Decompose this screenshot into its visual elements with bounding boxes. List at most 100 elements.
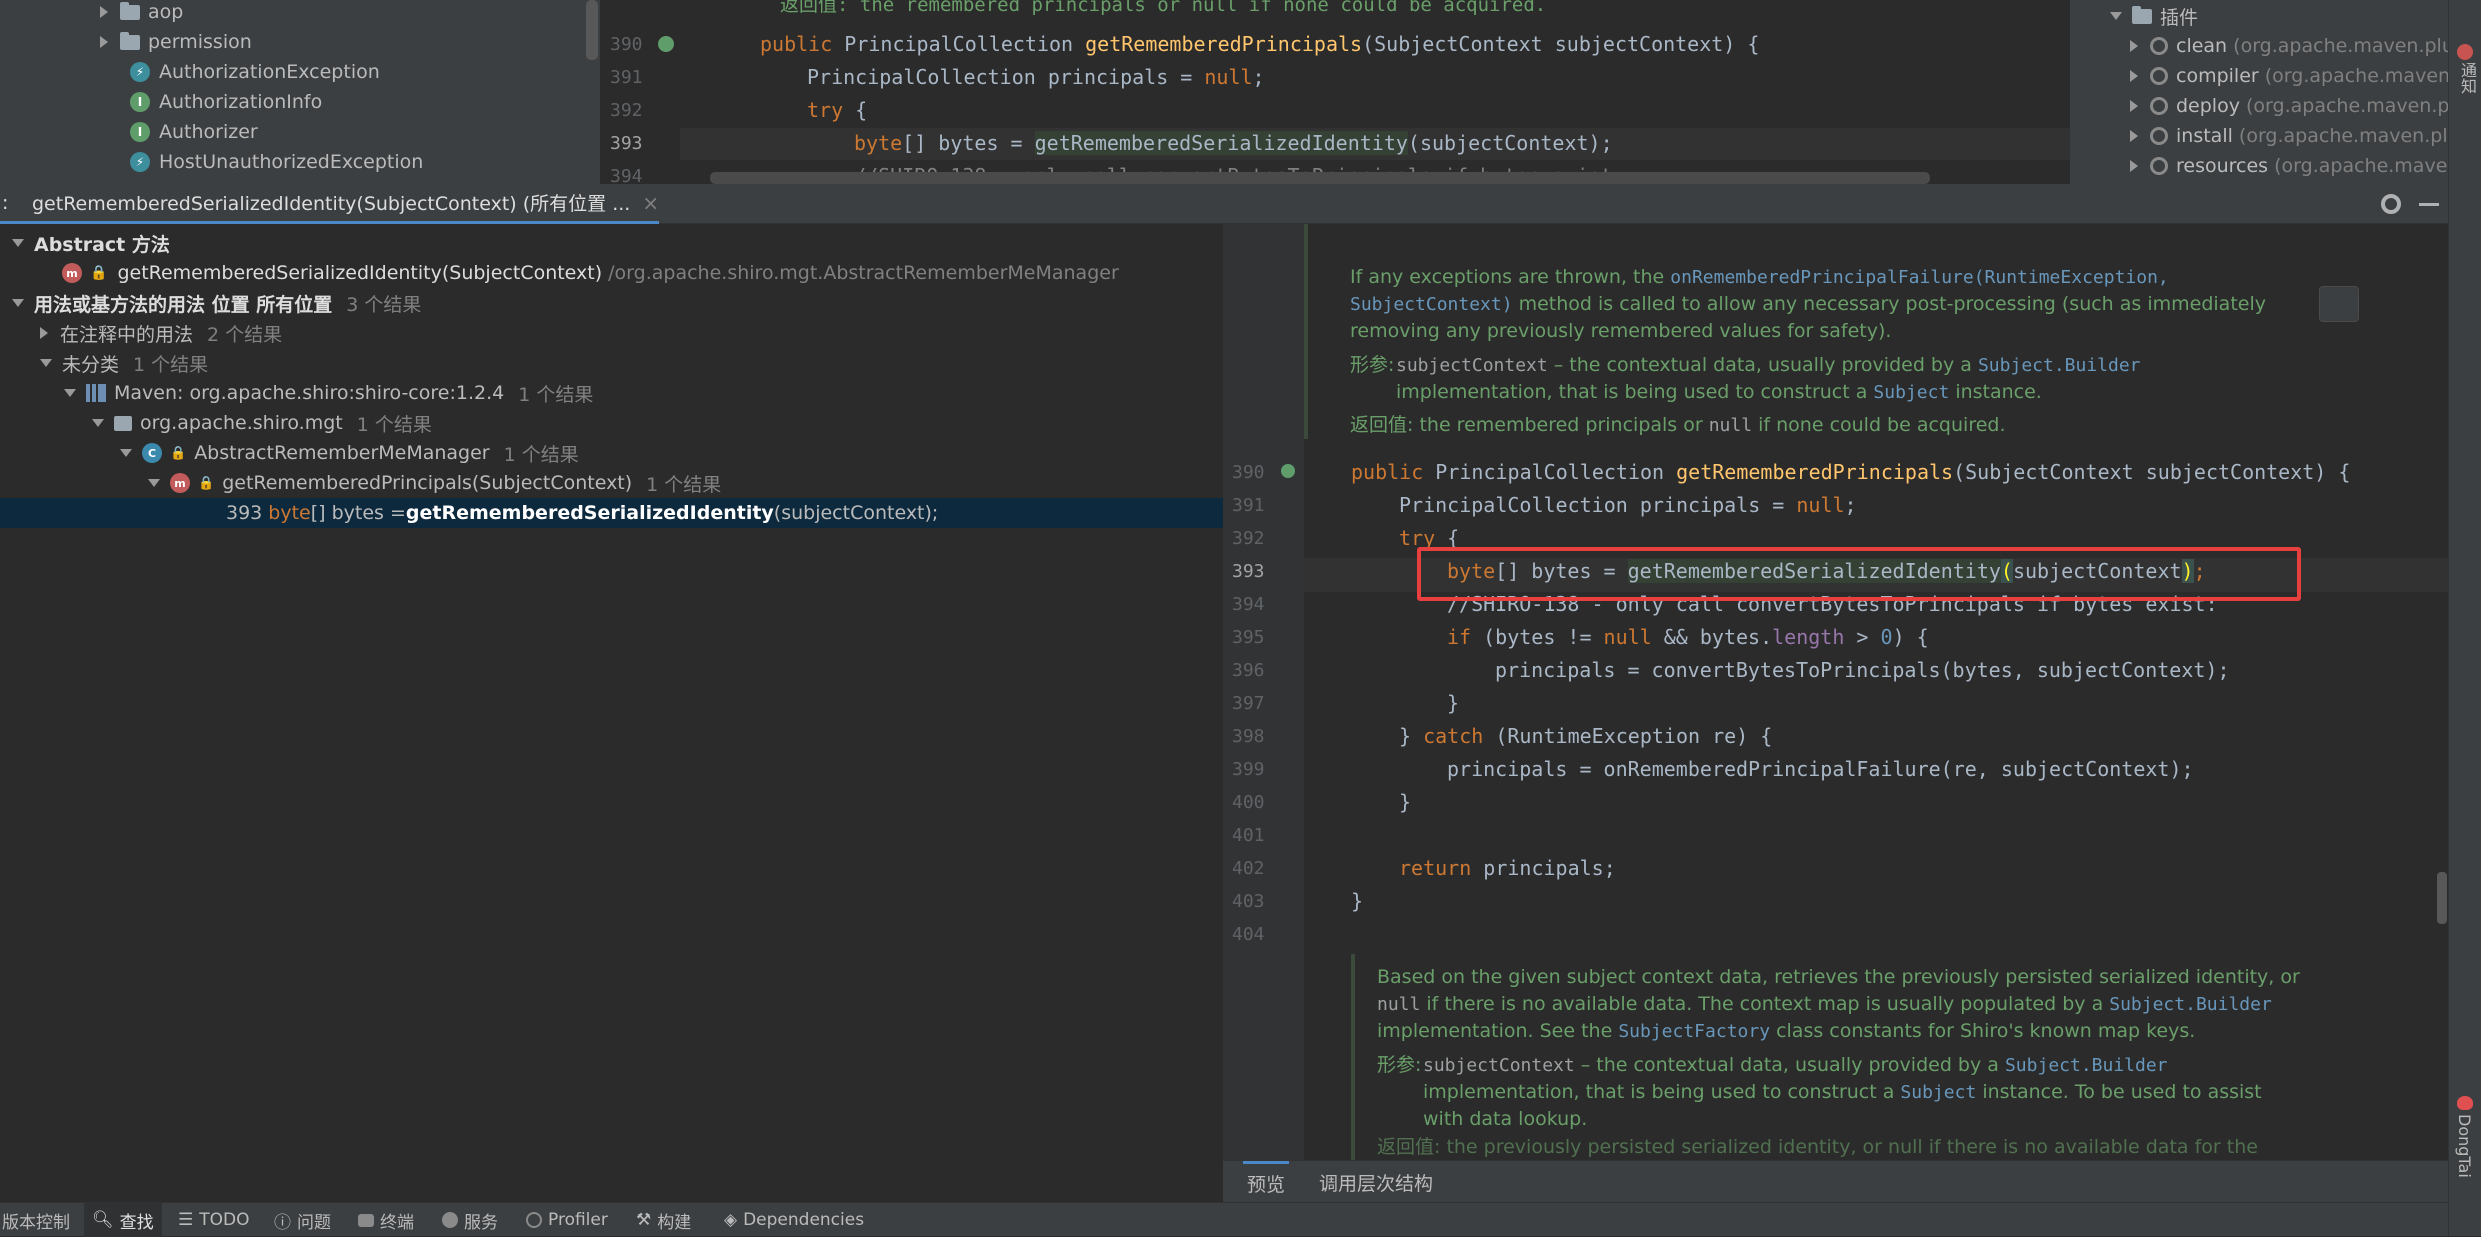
expand-arrow-icon[interactable] <box>2130 160 2138 172</box>
result-group-abstract[interactable]: Abstract 方法 <box>12 228 170 258</box>
collapse-arrow-icon[interactable] <box>12 239 24 247</box>
implements-gutter-icon[interactable] <box>1281 464 1295 478</box>
result-count: 3 个结果 <box>346 293 422 316</box>
highlight-annotation-box <box>1417 547 2301 601</box>
result-group-uncategorized[interactable]: 未分类 1 个结果 <box>40 348 208 378</box>
result-count: 1 个结果 <box>503 443 579 466</box>
method-path: /org.apache.shiro.mgt.AbstractRememberMe… <box>608 262 1119 284</box>
interface-icon: I <box>130 122 150 142</box>
line-number: 392 <box>610 100 643 121</box>
method-name: getRememberedPrincipals(SubjectContext) <box>222 472 633 494</box>
tree-item-authorizationexception[interactable]: ⚡ AuthorizationException <box>130 57 380 87</box>
tree-item-authorizer[interactable]: I Authorizer <box>130 117 258 147</box>
collapse-arrow-icon[interactable] <box>40 359 52 367</box>
profiler-tab[interactable]: Profiler <box>526 1203 608 1237</box>
terminal-label: 终端 <box>380 1212 414 1233</box>
expand-arrow-icon[interactable] <box>2130 100 2138 112</box>
code-line-396: principals = convertBytesToPrincipals(by… <box>1495 658 2230 682</box>
expand-arrow-icon[interactable] <box>2130 40 2138 52</box>
tree-item-aop[interactable]: aop <box>100 0 183 27</box>
result-count: 1 个结果 <box>646 473 722 496</box>
doc-param: subjectContext – the contextual data, us… <box>1396 354 2141 403</box>
build-label: 构建 <box>657 1212 692 1233</box>
hammer-icon: ⚒ <box>636 1210 652 1230</box>
collapse-arrow-icon[interactable] <box>148 479 160 487</box>
folder-icon <box>120 31 140 50</box>
collapse-arrow-icon[interactable] <box>12 299 24 307</box>
find-label: 查找 <box>119 1212 154 1233</box>
tab-call-hierarchy[interactable]: 调用层次结构 <box>1319 1161 1433 1203</box>
dependencies-label: Dependencies <box>743 1210 865 1230</box>
dependencies-tab[interactable]: ◈ Dependencies <box>724 1203 864 1237</box>
tab-preview[interactable]: 预览 <box>1243 1161 1290 1203</box>
expand-arrow-icon[interactable] <box>40 327 48 339</box>
preview-code-pane[interactable]: If any exceptions are thrown, the onReme… <box>1223 224 2449 1160</box>
collapse-arrow-icon[interactable] <box>92 419 104 427</box>
doc-paragraph: If any exceptions are thrown, the onReme… <box>1350 266 2266 342</box>
build-tab[interactable]: ⚒ 构建 <box>636 1203 691 1237</box>
expand-arrow-icon[interactable] <box>100 6 108 18</box>
soft-wrap-toggle-icon[interactable] <box>2319 286 2359 322</box>
vcs-tab[interactable]: 版本控制 <box>0 1203 70 1237</box>
result-method[interactable]: m 🔒 getRememberedPrincipals(SubjectConte… <box>148 468 721 498</box>
tree-item-permission[interactable]: permission <box>100 27 252 57</box>
line-number: 404 <box>1232 924 1265 945</box>
expand-arrow-icon[interactable] <box>2130 130 2138 142</box>
notification-bell-icon <box>2457 44 2473 60</box>
result-group-comments[interactable]: 在注释中的用法 2 个结果 <box>40 318 282 348</box>
usage-match: getRememberedSerializedIdentity <box>405 502 774 524</box>
javadoc-block-2: Based on the given subject context data,… <box>1351 954 2426 1160</box>
plugin-name: compiler <box>2176 65 2259 87</box>
maven-plugin-item[interactable]: compiler (org.apache.maven.p <box>2130 61 2468 91</box>
code-line-390: public PrincipalCollection getRemembered… <box>760 32 1760 56</box>
services-tab[interactable]: 服务 <box>442 1203 498 1237</box>
expand-arrow-icon[interactable] <box>100 36 108 48</box>
maven-plugin-item[interactable]: install (org.apache.maven.plug <box>2130 121 2472 151</box>
result-class[interactable]: C 🔒 AbstractRememberMeManager 1 个结果 <box>120 438 579 468</box>
find-results-tab[interactable]: : getRememberedSerializedIdentity(Subjec… <box>0 184 660 224</box>
maven-plugin-item[interactable]: clean (org.apache.maven.plug <box>2130 31 2466 61</box>
collapse-arrow-icon[interactable] <box>2110 12 2122 20</box>
tree-item-hostunauthorizedexception[interactable]: ⚡ HostUnauthorizedException <box>130 147 423 177</box>
implements-gutter-icon[interactable] <box>658 36 674 52</box>
access-lock-icon: 🔒 <box>198 475 215 491</box>
find-tab[interactable]: 🔍︎ 查找 <box>84 1203 162 1237</box>
line-number: 393 <box>610 133 643 154</box>
horizontal-scrollbar[interactable] <box>710 172 1930 184</box>
layers-icon: ◈ <box>724 1210 738 1230</box>
terminal-tab[interactable]: 终端 <box>358 1203 414 1237</box>
plugin-icon <box>2150 127 2168 145</box>
settings-gear-icon[interactable] <box>2381 194 2401 214</box>
top-code-editor[interactable]: 返回值: the remembered principals or null i… <box>600 0 2070 184</box>
group-title: Abstract 方法 <box>34 233 170 256</box>
result-group-usages[interactable]: 用法或基方法的用法 位置 所有位置 3 个结果 <box>12 288 421 318</box>
collapse-arrow-icon[interactable] <box>120 449 132 457</box>
todo-tab[interactable]: ☰ TODO <box>178 1203 250 1237</box>
tree-item-authorizationinfo[interactable]: I AuthorizationInfo <box>130 87 322 117</box>
collapse-arrow-icon[interactable] <box>64 389 76 397</box>
dongtai-tab[interactable]: DongTai <box>2455 1114 2474 1178</box>
result-package[interactable]: org.apache.shiro.mgt 1 个结果 <box>92 408 432 438</box>
expand-arrow-icon[interactable] <box>2130 70 2138 82</box>
maven-plugin-item[interactable]: deploy (org.apache.maven.plu <box>2130 91 2467 121</box>
maven-plugin-item[interactable]: resources (org.apache.maven.p <box>2130 151 2478 181</box>
notifications-tab[interactable]: 通知 <box>2455 62 2479 94</box>
result-abstract-method[interactable]: m 🔒 getRememberedSerializedIdentity(Subj… <box>62 258 1119 288</box>
doc-return: 返回值: the remembered principals or null i… <box>1350 414 2006 436</box>
tab-title: getRememberedSerializedIdentity(SubjectC… <box>32 193 631 215</box>
problems-tab[interactable]: ⓘ 问题 <box>274 1203 331 1237</box>
usage-keyword: byte <box>268 502 311 524</box>
close-tab-icon[interactable]: × <box>642 191 659 215</box>
maven-plugins-group[interactable]: 插件 <box>2110 1 2198 31</box>
vertical-scrollbar[interactable] <box>2437 872 2447 924</box>
result-usage-line-selected[interactable]: 393 byte [] bytes = getRememberedSeriali… <box>0 498 1223 528</box>
line-number: 390 <box>610 34 643 55</box>
scrollbar[interactable] <box>586 0 598 60</box>
minimize-icon[interactable] <box>2419 203 2439 206</box>
result-maven-library[interactable]: Maven: org.apache.shiro:shiro-core:1.2.4… <box>64 378 593 408</box>
line-number: 400 <box>1232 792 1265 813</box>
code-line-391: PrincipalCollection principals = null; <box>807 65 1265 89</box>
todo-label: TODO <box>199 1210 250 1230</box>
line-number: 399 <box>1232 759 1265 780</box>
exception-class-icon: ⚡ <box>130 152 150 172</box>
